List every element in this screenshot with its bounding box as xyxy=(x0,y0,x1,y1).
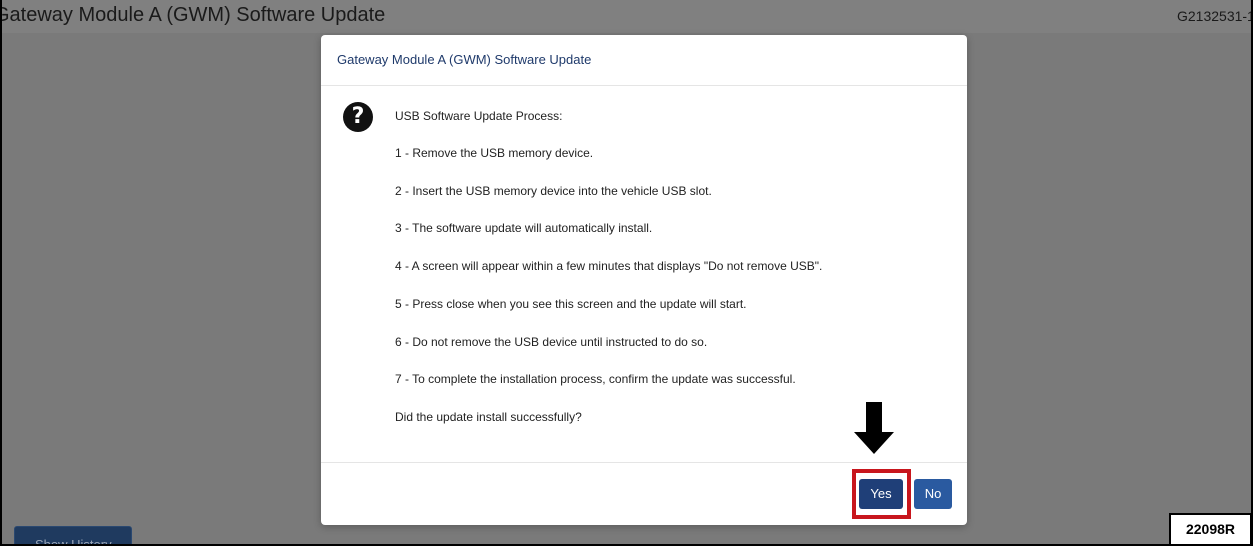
page-header: Gateway Module A (GWM) Software Update G… xyxy=(2,0,1251,33)
step-4-text: 4 - A screen will appear within a few mi… xyxy=(395,259,823,273)
step-1-text: 1 - Remove the USB memory device. xyxy=(395,146,594,160)
step-5-text: 5 - Press close when you see this screen… xyxy=(395,297,747,311)
document-id: G2132531-15 xyxy=(1177,8,1251,24)
confirmation-question: Did the update install successfully? xyxy=(395,410,582,424)
dialog-header: Gateway Module A (GWM) Software Update xyxy=(321,35,967,86)
yes-button[interactable]: Yes xyxy=(859,479,903,509)
page-title: Gateway Module A (GWM) Software Update xyxy=(0,4,386,26)
step-3-text: 3 - The software update will automatical… xyxy=(395,221,653,235)
no-button[interactable]: No xyxy=(914,479,952,509)
dialog-title: Gateway Module A (GWM) Software Update xyxy=(337,52,592,67)
step-6-text: 6 - Do not remove the USB device until i… xyxy=(395,335,708,349)
figure-label: 22098R xyxy=(1169,513,1251,544)
process-heading: USB Software Update Process: xyxy=(395,109,563,123)
step-2-text: 2 - Insert the USB memory device into th… xyxy=(395,184,712,198)
show-history-button[interactable]: Show History xyxy=(14,526,132,544)
down-arrow-icon xyxy=(854,402,894,454)
question-circle-icon: ? xyxy=(343,102,373,132)
step-7-text: 7 - To complete the installation process… xyxy=(395,372,796,386)
screenshot-frame: Gateway Module A (GWM) Software Update G… xyxy=(0,0,1253,546)
